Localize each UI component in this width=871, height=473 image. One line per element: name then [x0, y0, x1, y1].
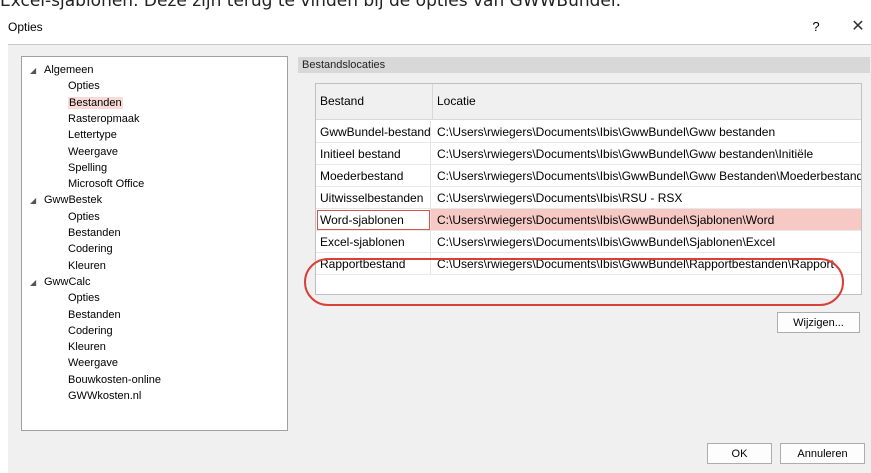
tree-group[interactable]: ◢ GwwBestek — [30, 194, 102, 207]
tree-item[interactable]: Kleuren — [68, 341, 106, 354]
cell-bestand[interactable]: Word-sjablonen — [316, 209, 431, 231]
close-button[interactable]: ✕ — [846, 16, 870, 38]
tree-item[interactable]: Bestanden — [68, 96, 123, 110]
cell-locatie[interactable]: C:\Users\rwiegers\Documents\Ibis\RSU - R… — [433, 187, 861, 209]
expand-arrow-icon[interactable]: ◢ — [30, 276, 44, 289]
window-title: Opties — [8, 20, 43, 34]
table-header: Bestand Locatie — [316, 84, 861, 120]
cell-locatie[interactable]: C:\Users\rwiegers\Documents\Ibis\GwwBund… — [433, 253, 861, 275]
row-divider — [316, 274, 861, 275]
cell-bestand[interactable]: Initieel bestand — [316, 143, 431, 165]
tree-item[interactable]: Weergave — [68, 357, 118, 370]
cell-bestand[interactable]: Moederbestand — [316, 165, 431, 187]
tree-item-label: Weergave — [68, 145, 118, 158]
column-header-bestand[interactable]: Bestand — [316, 84, 433, 119]
tree-item[interactable]: Weergave — [68, 146, 118, 159]
table-row[interactable]: Moederbestand C:\Users\rwiegers\Documents… — [316, 165, 861, 187]
cell-bestand[interactable]: GwwBundel-bestanden — [316, 121, 431, 143]
cell-bestand[interactable]: Excel-sjablonen — [316, 231, 431, 253]
tree-item[interactable]: GWWkosten.nl — [68, 390, 141, 403]
cell-locatie[interactable]: C:\Users\rwiegers\Documents\Ibis\GwwBund… — [433, 209, 861, 231]
tree-item-label: Bestanden — [68, 308, 121, 321]
cell-bestand[interactable]: Uitwisselbestanden — [316, 187, 431, 209]
tree-item[interactable]: Bestanden — [68, 227, 121, 240]
tree-item[interactable]: Rasteropmaak — [68, 113, 140, 126]
tree-item-label: Bestanden — [68, 227, 121, 239]
tree-item[interactable]: Lettertype — [68, 129, 117, 142]
tree-group[interactable]: ◢ Algemeen — [30, 64, 94, 77]
annuleren-button[interactable]: Annuleren — [780, 443, 865, 464]
tree-item-label: Kleuren — [68, 341, 106, 354]
file-locations-table: Bestand Locatie GwwBundel-bestandenC:\Us… — [315, 83, 862, 295]
expand-arrow-icon[interactable]: ◢ — [30, 194, 44, 207]
tree-item-label: GWWkosten.nl — [68, 390, 142, 402]
tree-item-label: Kleuren — [68, 259, 106, 272]
tree-item-label: Rasteropmaak — [68, 112, 140, 125]
table-row[interactable]: Uitwisselbestanden C:\Users\rwiegers\Docu… — [316, 187, 861, 209]
tree-item-label: Spelling — [68, 161, 108, 174]
table-row[interactable]: Excel-sjablonen C:\Users\rwiegers\Documen… — [316, 231, 861, 253]
tree-item-label: GwwCalc — [44, 275, 91, 288]
tree-item[interactable]: Bestanden — [68, 309, 121, 322]
tree-item[interactable]: Opties — [68, 292, 100, 305]
tree-item-label: Weergave — [68, 357, 118, 370]
tree-item[interactable]: Spelling — [68, 162, 107, 175]
table-row[interactable]: GwwBundel-bestandenC:\Users\rwiegers\Doc… — [316, 121, 861, 143]
tree-item-label: Opties — [68, 80, 100, 93]
cell-bestand[interactable]: Rapportbestand — [316, 253, 431, 275]
tree-item-label: Codering — [68, 324, 113, 337]
table-row[interactable]: Rapportbestand C:\Users\rwiegers\Document… — [316, 253, 861, 275]
table-row[interactable]: Initieel bestand C:\Users\rwiegers\Docume… — [316, 143, 861, 165]
tree-item[interactable]: Bouwkosten-online — [68, 374, 161, 387]
tree-item[interactable]: Codering — [68, 325, 113, 338]
tree-item[interactable]: Opties — [68, 80, 100, 93]
section-header: Bestandslocaties — [298, 57, 870, 73]
tree-item-label: Opties — [68, 210, 100, 223]
window-titlebar: Opties ? ✕ — [0, 12, 871, 42]
tree-item[interactable]: Kleuren — [68, 260, 106, 273]
tree-item[interactable]: Codering — [68, 243, 113, 256]
tree-item-label: Algemeen — [44, 64, 94, 76]
expand-arrow-icon[interactable]: ◢ — [30, 64, 44, 77]
options-tree: ◢ Algemeen Opties Bestanden Rasteropmaak Lett… — [21, 56, 288, 431]
tree-item[interactable]: Microsoft Office — [68, 178, 144, 191]
tree-item-label: GwwBestek — [44, 194, 103, 207]
tree-group[interactable]: ◢ GwwCalc — [30, 276, 90, 289]
help-button[interactable]: ? — [806, 17, 826, 37]
tree-item-label: Codering — [68, 243, 113, 256]
ok-button[interactable]: OK — [707, 443, 772, 464]
tree-item-label: Lettertype — [68, 129, 117, 142]
column-header-locatie[interactable]: Locatie — [433, 84, 861, 119]
tree-item-label: Bestanden — [68, 96, 123, 109]
cell-locatie[interactable]: C:\Users\rwiegers\Documents\Ibis\GwwBund… — [433, 231, 861, 253]
wijzigen-button[interactable]: Wijzigen... — [777, 312, 860, 333]
tree-item-label: Bouwkosten-online — [68, 373, 161, 386]
table-row[interactable]: Word-sjablonen C:\Users\rwiegers\Document… — [316, 209, 861, 231]
cell-locatie[interactable]: C:\Users\rwiegers\Documents\Ibis\GwwBund… — [433, 121, 861, 143]
options-dialog: ◢ Algemeen Opties Bestanden Rasteropmaak Lett… — [8, 44, 871, 473]
cell-locatie[interactable]: C:\Users\rwiegers\Documents\Ibis\GwwBund… — [433, 143, 861, 165]
tree-item[interactable]: Opties — [68, 211, 100, 224]
tree-item-label: Opties — [68, 292, 100, 305]
cell-locatie[interactable]: C:\Users\rwiegers\Documents\Ibis\GwwBund… — [433, 165, 861, 187]
tree-item-label: Microsoft Office — [68, 178, 145, 191]
